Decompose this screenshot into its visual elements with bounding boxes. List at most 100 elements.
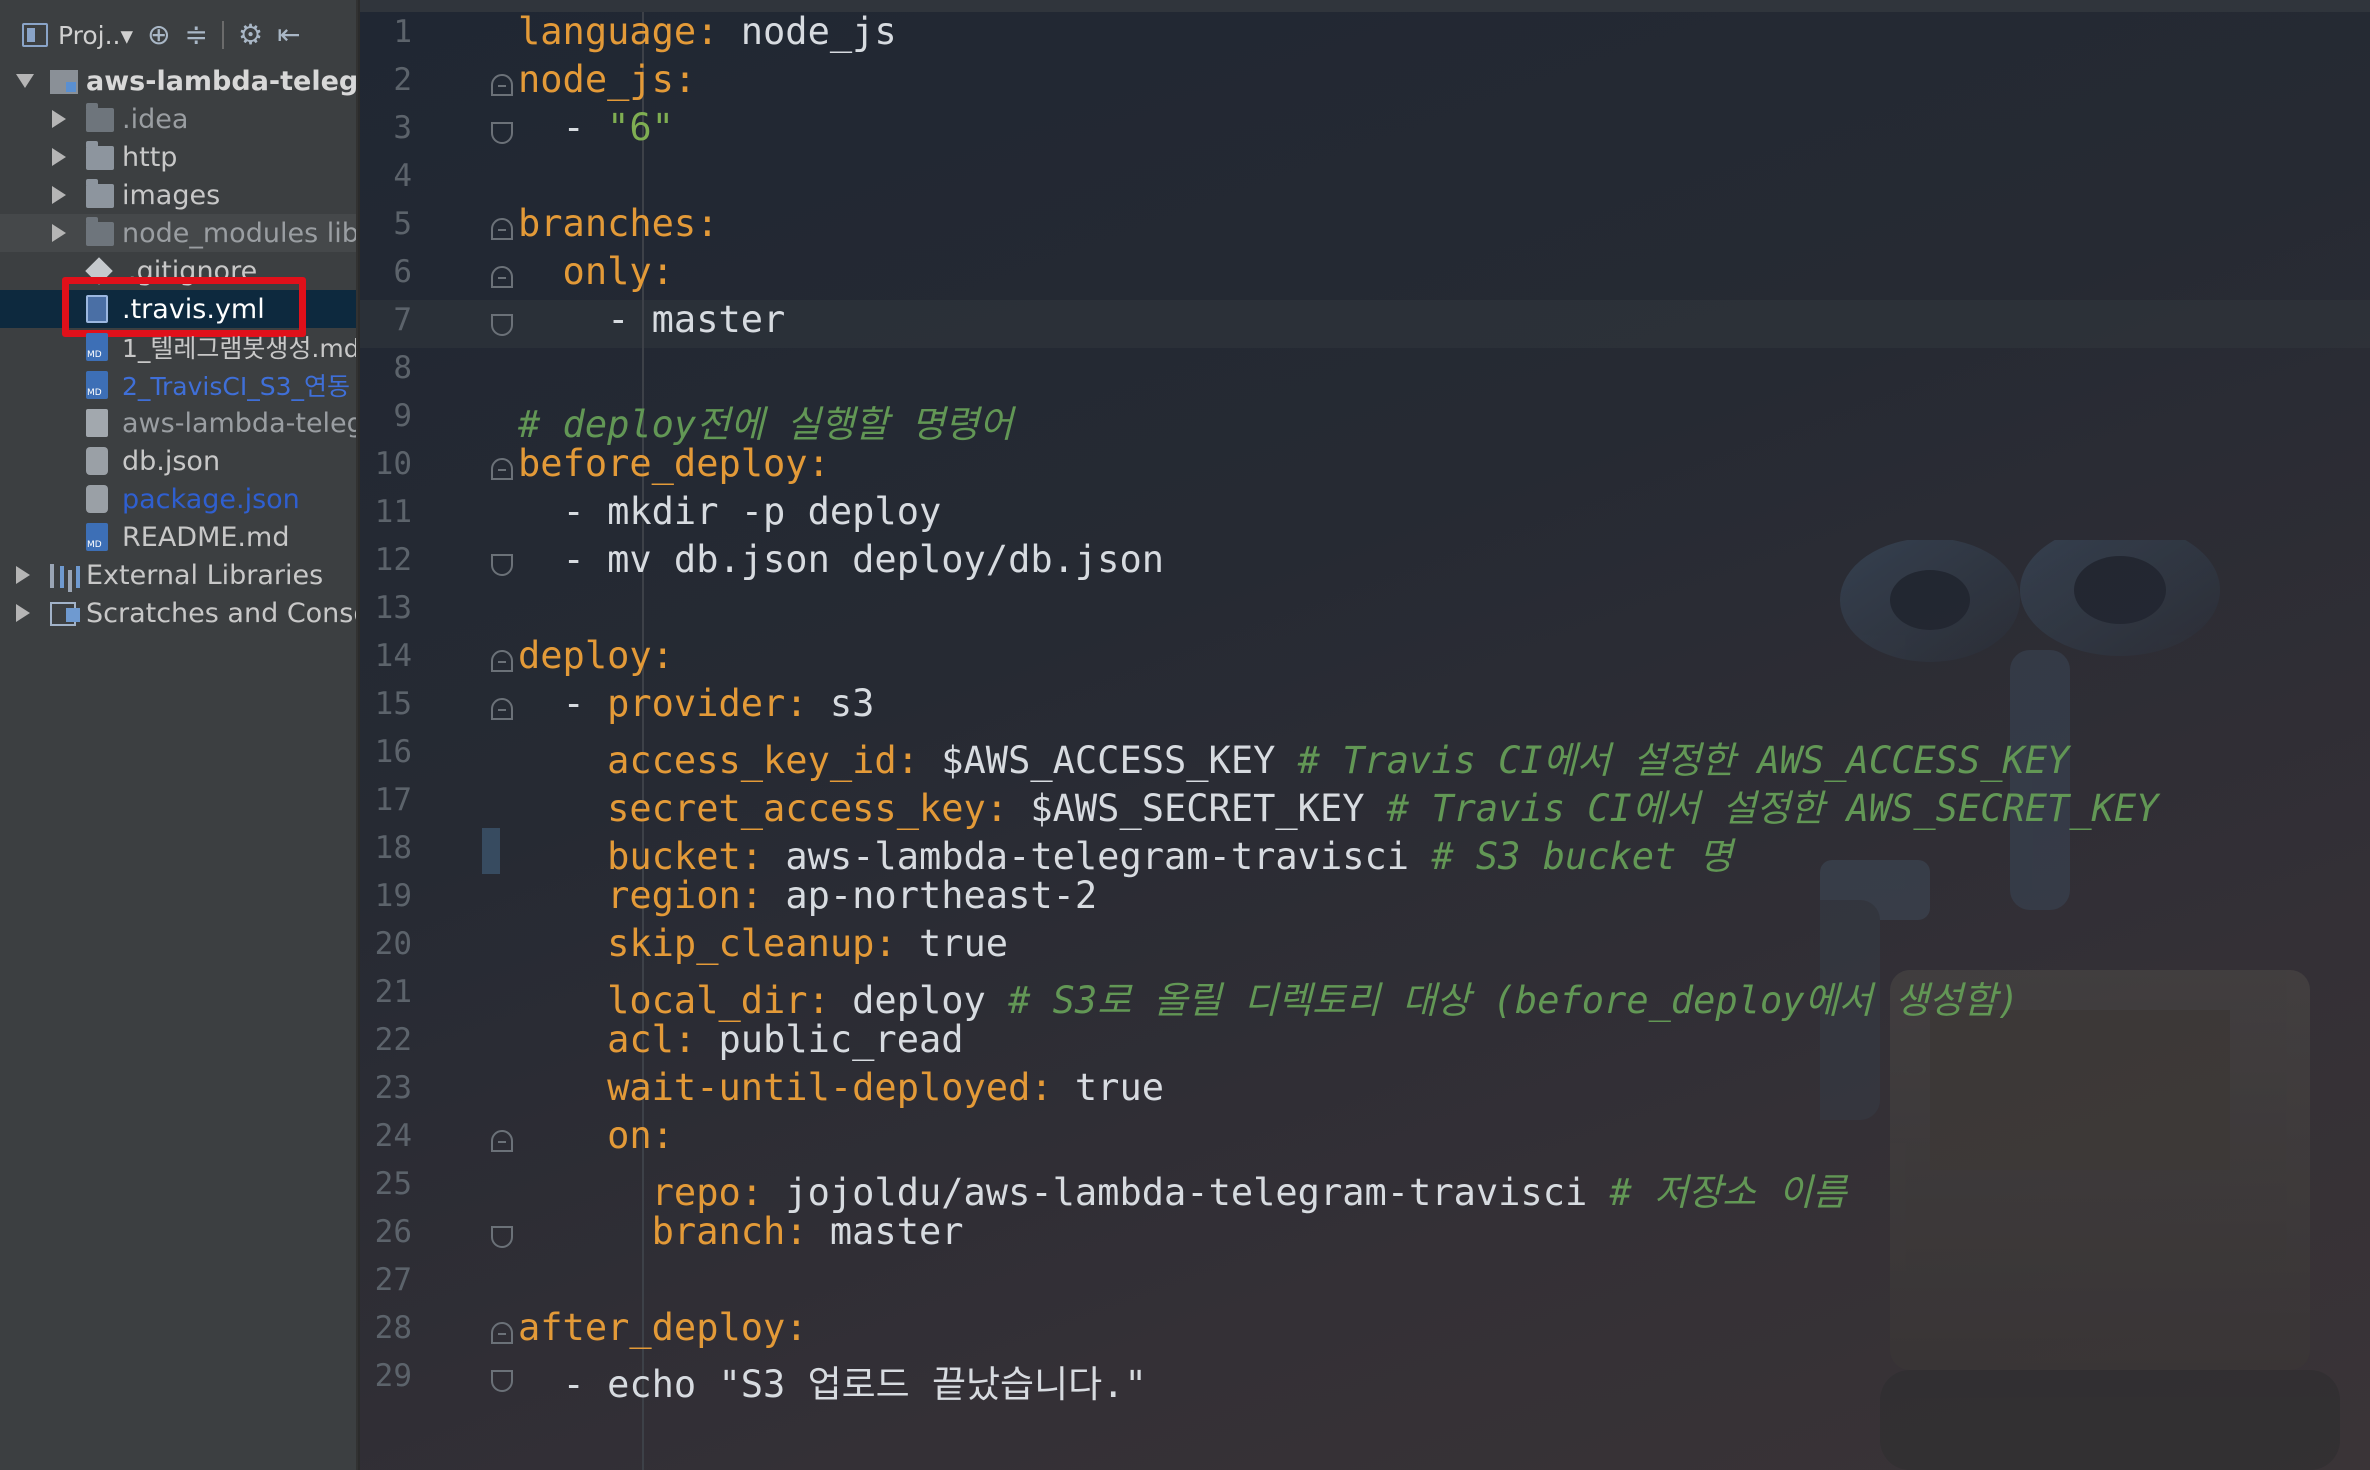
line-number: 2: [393, 62, 412, 98]
folder-icon: [86, 141, 114, 170]
code-line-20[interactable]: skip_cleanup: true: [518, 922, 1008, 965]
fold-open-icon[interactable]: [491, 74, 513, 96]
code-line-17[interactable]: secret_access_key: $AWS_SECRET_KEY # Tra…: [518, 778, 2158, 832]
tree-item-label: images: [122, 179, 221, 211]
project-view-selector[interactable]: Proj..▾: [58, 21, 133, 50]
yaml-value: true: [896, 922, 1009, 965]
yaml-value: aws-lambda-telegram-travisci: [763, 835, 1432, 878]
code-line-7[interactable]: - master: [518, 298, 785, 341]
tree-item-package-json[interactable]: package.json: [0, 480, 356, 518]
tree-item-project-root[interactable]: aws-lambda-telegra: [0, 62, 356, 100]
tree-item-label: db.json: [122, 445, 221, 477]
yaml-value: jojoldu/aws-lambda-telegram-travisci: [763, 1171, 1610, 1214]
code-line-11[interactable]: - mkdir -p deploy: [518, 490, 942, 533]
chevron-right-icon[interactable]: [52, 186, 66, 204]
code-editor[interactable]: 1 2 3 4 5 6 7 8 9 10 11 12 13 14 15 16 1…: [360, 0, 2370, 1470]
code-line-24[interactable]: on:: [518, 1114, 674, 1157]
line-number: 3: [393, 110, 412, 146]
line-number: 24: [374, 1118, 412, 1154]
chevron-right-icon[interactable]: [52, 148, 66, 166]
fold-open-icon[interactable]: [491, 266, 513, 288]
tree-item-external-libraries[interactable]: External Libraries: [0, 556, 356, 594]
code-line-16[interactable]: access_key_id: $AWS_ACCESS_KEY # Travis …: [518, 730, 2069, 784]
tree-item-images[interactable]: images: [0, 176, 356, 214]
code-line-10[interactable]: before_deploy:: [518, 442, 830, 485]
line-number: 20: [374, 926, 412, 962]
hide-icon[interactable]: ⇤: [277, 21, 300, 49]
code-line-18[interactable]: bucket: aws-lambda-telegram-travisci # S…: [518, 826, 1733, 880]
tree-item-node-modules[interactable]: node_modules lib: [0, 214, 358, 252]
code-line-9[interactable]: # deploy전에 실행할 명령어: [518, 394, 1013, 448]
code-line-19[interactable]: region: ap-northeast-2: [518, 874, 1097, 917]
tree-item-http[interactable]: http: [0, 138, 356, 176]
tree-item-label: 1_텔레그램봇생성.md: [122, 334, 358, 363]
chevron-right-icon[interactable]: [52, 224, 66, 242]
yaml-comment: # S3로 올릴 디렉토리 대상 (before_deploy에서 생성함): [1008, 979, 2020, 1022]
code-line-3[interactable]: - "6": [518, 106, 674, 149]
chevron-right-icon[interactable]: [52, 110, 66, 128]
code-line-2[interactable]: node_js:: [518, 58, 696, 101]
code-line-1[interactable]: language: node_js: [518, 10, 897, 53]
code-line-14[interactable]: deploy:: [518, 634, 674, 677]
code-line-22[interactable]: acl: public_read: [518, 1018, 963, 1061]
tree-item-readme[interactable]: README.md: [0, 518, 356, 556]
fold-close-icon[interactable]: [491, 122, 513, 144]
code-line-26[interactable]: branch: master: [518, 1210, 964, 1253]
code-line-6[interactable]: only:: [518, 250, 674, 293]
fold-open-icon[interactable]: [491, 1322, 513, 1344]
locate-icon[interactable]: ⊕: [147, 21, 170, 49]
yaml-value: $AWS_SECRET_KEY: [1008, 787, 1387, 830]
fold-open-icon[interactable]: [491, 1130, 513, 1152]
tree-item-label: 2_TravisCI_S3_연동: [122, 372, 350, 401]
code-line-29[interactable]: - echo "S3 업로드 끝났습니다.": [518, 1354, 1147, 1408]
tree-item-scratches[interactable]: Scratches and Conso: [0, 594, 358, 632]
code-line-5[interactable]: branches:: [518, 202, 718, 245]
tree-item-idea[interactable]: .idea: [0, 100, 356, 138]
yaml-key: wait-until-deployed:: [518, 1066, 1053, 1109]
fold-close-icon[interactable]: [491, 554, 513, 576]
yaml-value: master: [807, 1210, 964, 1253]
yaml-key: after_deploy:: [518, 1306, 808, 1349]
collapse-icon[interactable]: ≑: [185, 21, 208, 49]
yaml-value: deploy: [829, 979, 1009, 1022]
fold-close-icon[interactable]: [491, 314, 513, 336]
code-line-23[interactable]: wait-until-deployed: true: [518, 1066, 1164, 1109]
yaml-key: bucket:: [518, 835, 764, 878]
project-toolbar: Proj..▾ ⊕ ≑ ⚙ ⇤: [0, 10, 356, 60]
tree-item-md-1[interactable]: 1_텔레그램봇생성.md: [0, 328, 358, 366]
line-number: 11: [374, 494, 412, 530]
gear-icon[interactable]: ⚙: [238, 21, 263, 49]
yaml-comment: # deploy전에 실행할 명령어: [518, 403, 1014, 446]
chevron-down-icon[interactable]: [16, 74, 34, 88]
fold-open-icon[interactable]: [491, 218, 513, 240]
chevron-right-icon[interactable]: [16, 604, 30, 622]
yaml-key: node_js:: [518, 58, 697, 101]
fold-open-icon[interactable]: [491, 458, 513, 480]
code-line-25[interactable]: repo: jojoldu/aws-lambda-telegram-travis…: [518, 1162, 1847, 1216]
tree-item-label: aws-lambda-teleg: [122, 407, 358, 439]
tree-item-md-2[interactable]: 2_TravisCI_S3_연동: [0, 366, 356, 404]
fold-open-icon[interactable]: [491, 650, 513, 672]
md-file-icon: [86, 523, 108, 551]
fold-close-icon[interactable]: [491, 1370, 513, 1392]
yaml-value: - mv db.json deploy/db.json: [518, 538, 1165, 581]
tree-item-db-json[interactable]: db.json: [0, 442, 356, 480]
code-line-12[interactable]: - mv db.json deploy/db.json: [518, 538, 1164, 581]
tree-item-label: node_modules lib: [122, 217, 358, 249]
line-number: 8: [393, 350, 412, 386]
code-line-21[interactable]: local_dir: deploy # S3로 올릴 디렉토리 대상 (befo…: [518, 970, 2019, 1024]
yaml-key: only:: [518, 250, 674, 293]
line-number: 28: [374, 1310, 412, 1346]
fold-close-icon[interactable]: [491, 1226, 513, 1248]
yaml-value: ap-northeast-2: [763, 874, 1098, 917]
scratch-icon: [50, 602, 80, 626]
folder-icon: [86, 179, 114, 208]
code-line-28[interactable]: after_deploy:: [518, 1306, 808, 1349]
fold-open-icon[interactable]: [491, 698, 513, 720]
tree-item-label: Scratches and Conso: [86, 597, 358, 629]
tree-item-aws-lambda-file[interactable]: aws-lambda-teleg: [0, 404, 358, 442]
code-line-15[interactable]: - provider: s3: [518, 682, 875, 725]
line-number: 19: [374, 878, 412, 914]
md-file-icon: [86, 333, 108, 361]
chevron-right-icon[interactable]: [16, 566, 30, 584]
